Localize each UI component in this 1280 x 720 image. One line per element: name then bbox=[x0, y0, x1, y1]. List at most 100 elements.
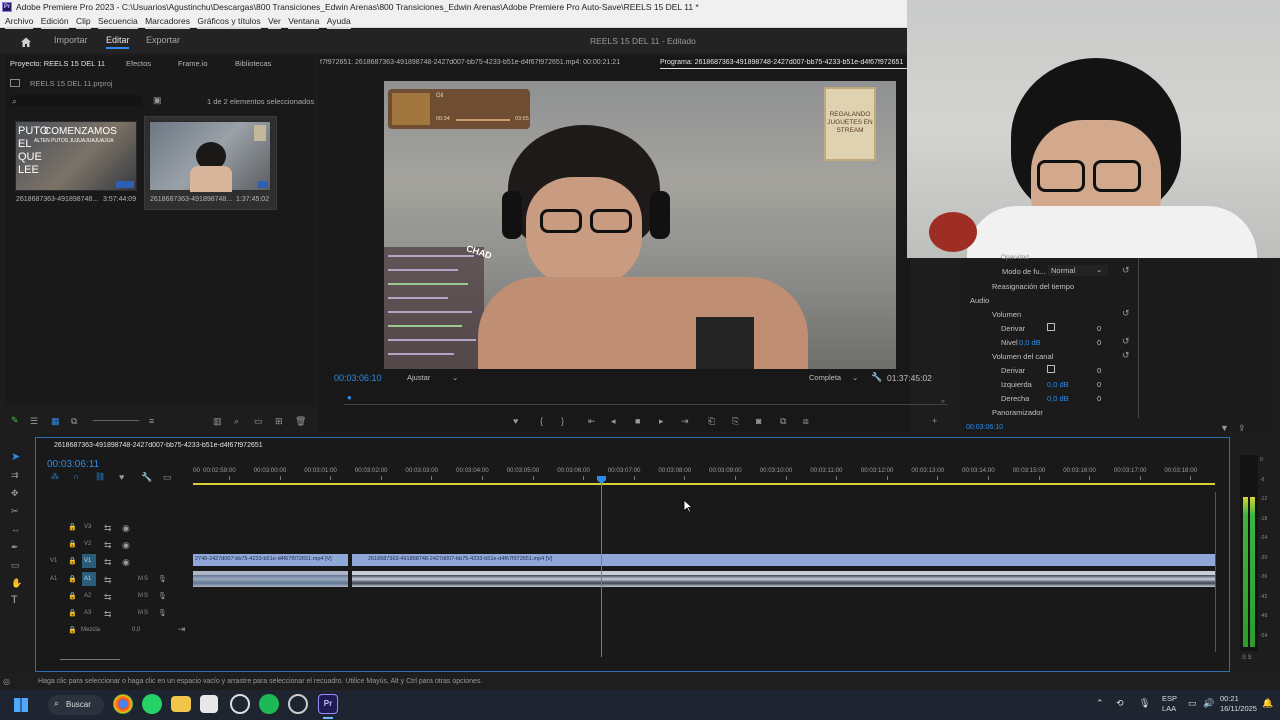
snap-icon[interactable]: ⁂ bbox=[51, 472, 59, 481]
spotify-icon[interactable] bbox=[259, 694, 279, 714]
lock-icon-a3[interactable]: 🔒 bbox=[68, 609, 77, 619]
audio-clip-right[interactable] bbox=[352, 571, 1215, 587]
keyboard-lang-a[interactable]: ESP bbox=[1162, 694, 1177, 703]
linked-selection-icon[interactable]: ⛓ bbox=[95, 472, 105, 481]
tray-mic-icon[interactable]: 🎙 bbox=[1139, 698, 1150, 709]
trash-icon[interactable]: 🗑 bbox=[295, 416, 306, 426]
video-clip-right[interactable]: 2618687363-491898748-2427d007-bb75-4233-… bbox=[352, 554, 1215, 566]
eye-icon-v3[interactable]: ◉ bbox=[122, 523, 130, 533]
chrome-icon[interactable] bbox=[113, 694, 133, 714]
icon-view-icon[interactable]: ▦ bbox=[51, 416, 60, 427]
add-marker-icon[interactable]: ♥ bbox=[513, 416, 518, 426]
sync-icon-v1[interactable]: ⇆ bbox=[104, 557, 112, 567]
reset-icon[interactable]: ↺ bbox=[1122, 265, 1130, 275]
video-clip-left[interactable]: 2748-2427d007-bb75-4233-b51e-d4f67f97265… bbox=[193, 554, 348, 566]
mark-in-icon[interactable]: { bbox=[540, 416, 543, 426]
comparison-view-icon[interactable]: ⧉ bbox=[780, 416, 786, 426]
notifications-icon[interactable]: 🔔 bbox=[1262, 698, 1273, 709]
menu-graficos[interactable]: Gráficos y títulos bbox=[197, 14, 261, 29]
export-icon[interactable]: ⇪ bbox=[1238, 423, 1246, 433]
clock-time[interactable]: 00:21 bbox=[1220, 694, 1239, 703]
pencil-icon[interactable]: ✎ bbox=[11, 415, 19, 426]
work-area-bar[interactable] bbox=[193, 483, 1215, 485]
ripple-edit-icon[interactable]: ✥ bbox=[11, 488, 19, 498]
add-button-icon[interactable]: + bbox=[932, 416, 937, 426]
freeform-view-icon[interactable]: ⧉ bbox=[71, 416, 77, 426]
type-tool-icon[interactable]: T bbox=[11, 594, 18, 606]
mic-icon-a1[interactable]: 🎙 bbox=[158, 575, 167, 585]
play-icon[interactable]: ▸ bbox=[659, 416, 664, 426]
openai-icon[interactable] bbox=[230, 694, 250, 714]
volume-label[interactable]: Volumen bbox=[992, 310, 1021, 319]
menu-secuencia[interactable]: Secuencia bbox=[98, 14, 138, 29]
volume-icon[interactable]: 🔊 bbox=[1203, 698, 1214, 709]
lock-icon-a1[interactable]: 🔒 bbox=[68, 575, 77, 585]
blend-mode-dropdown[interactable]: Normal ⌄ bbox=[1048, 265, 1108, 276]
wrench-icon[interactable]: 🔧 bbox=[871, 372, 882, 382]
camera-icon[interactable]: ◙ bbox=[756, 416, 761, 426]
a3-solo[interactable]: S bbox=[144, 610, 148, 616]
mix-end-icon[interactable]: ⇥ bbox=[178, 624, 186, 634]
sync-icon-a1[interactable]: ⇆ bbox=[104, 575, 112, 585]
new-bin-icon[interactable]: ▣ bbox=[153, 95, 162, 105]
tab-libraries[interactable]: Bibliotecas bbox=[235, 59, 271, 68]
program-timecode[interactable]: 00:03:06:10 bbox=[334, 373, 382, 383]
menu-ayuda[interactable]: Ayuda bbox=[326, 14, 351, 29]
keyboard-lang-b[interactable]: LAA bbox=[1162, 704, 1176, 713]
a1-solo[interactable]: S bbox=[144, 576, 148, 582]
bypass-checkbox[interactable] bbox=[1047, 323, 1055, 331]
mark-out-icon[interactable]: } bbox=[561, 416, 564, 426]
left-channel-value[interactable]: 0,0 dB bbox=[1047, 380, 1069, 389]
mic-icon-a3[interactable]: 🎙 bbox=[158, 609, 167, 619]
lock-icon-mix[interactable]: 🔒 bbox=[68, 626, 77, 636]
menu-clip[interactable]: Clip bbox=[75, 14, 91, 29]
mic-icon-a2[interactable]: 🎙 bbox=[158, 592, 167, 602]
premiere-taskbar-icon[interactable]: Pr bbox=[318, 694, 338, 714]
razor-icon[interactable]: ✂ bbox=[11, 506, 19, 516]
app-icon-capcut[interactable] bbox=[200, 695, 218, 713]
tray-sync-icon[interactable]: ⟲ bbox=[1116, 698, 1124, 709]
right-channel-value[interactable]: 0,0 dB bbox=[1047, 394, 1069, 403]
program-tab[interactable]: Programa: 2618687363-491898748-2427d007-… bbox=[660, 59, 908, 66]
tab-importar[interactable]: Importar bbox=[54, 35, 88, 45]
a2-solo[interactable]: S bbox=[144, 593, 148, 599]
lift-icon[interactable]: ⎗ bbox=[708, 416, 715, 426]
meter-solo-buttons[interactable]: S S bbox=[1242, 655, 1252, 661]
horizontal-zoom-scrollbar[interactable] bbox=[60, 659, 120, 663]
reset-icon-3[interactable]: ↺ bbox=[1122, 336, 1130, 346]
quality-dropdown[interactable]: Completa bbox=[809, 373, 841, 382]
marker-icon[interactable]: ♥ bbox=[119, 472, 124, 482]
audio-clip-left[interactable] bbox=[193, 571, 348, 587]
playhead-line[interactable] bbox=[601, 477, 602, 657]
playhead-marker-icon[interactable]: ● bbox=[347, 393, 352, 402]
project-search-input[interactable] bbox=[10, 95, 142, 107]
reset-icon-4[interactable]: ↺ bbox=[1122, 350, 1130, 360]
automate-icon[interactable]: ▥ bbox=[213, 416, 222, 426]
captions-icon[interactable]: ▭ bbox=[163, 472, 172, 482]
start-windows-icon[interactable] bbox=[14, 698, 28, 712]
fit-dropdown[interactable]: Ajustar bbox=[407, 373, 430, 382]
hand-icon[interactable]: ✋ bbox=[11, 578, 22, 588]
clip-thumbnail-1[interactable]: PUTO EL QUE LEE COMENZAMOS ALTEN PUTOS J… bbox=[15, 121, 137, 191]
find-icon[interactable]: ⌕ bbox=[234, 416, 239, 426]
channel-volume-label[interactable]: Volumen del canal bbox=[992, 352, 1053, 361]
lock-icon-v2[interactable]: 🔒 bbox=[68, 540, 77, 550]
program-scrub-bar[interactable]: ● ○ bbox=[344, 393, 947, 410]
tab-editar[interactable]: Editar bbox=[106, 35, 130, 45]
step-back-icon[interactable]: ◂ bbox=[611, 416, 616, 426]
track-select-icon[interactable]: ⇉ bbox=[11, 470, 19, 480]
menu-ventana[interactable]: Ventana bbox=[288, 14, 320, 29]
sync-icon-v3[interactable]: ⇆ bbox=[104, 523, 112, 533]
sequence-tab[interactable]: 2618687363-491898748-2427d007-bb75-4233-… bbox=[54, 442, 263, 449]
clock-date[interactable]: 16/11/2025 bbox=[1220, 704, 1257, 713]
time-ruler[interactable]: 00 00:02:59:00 00:03:00:00 00:03:01:00 00:0… bbox=[193, 462, 1215, 490]
sync-icon-a3[interactable]: ⇆ bbox=[104, 609, 112, 619]
tab-frameio[interactable]: Frame.io bbox=[178, 59, 208, 68]
lock-icon-v1[interactable]: 🔒 bbox=[68, 557, 77, 567]
new-bin-bottom-icon[interactable]: ▭ bbox=[254, 416, 263, 426]
program-video-frame[interactable]: Gil 00:34 03:55 REGALANDO JUGUETES EN ST… bbox=[384, 81, 896, 369]
home-icon[interactable] bbox=[20, 36, 32, 48]
lock-icon-a2[interactable]: 🔒 bbox=[68, 592, 77, 602]
sort-icon[interactable]: ≡ bbox=[149, 416, 154, 426]
vertical-scrollbar[interactable] bbox=[1215, 492, 1221, 652]
